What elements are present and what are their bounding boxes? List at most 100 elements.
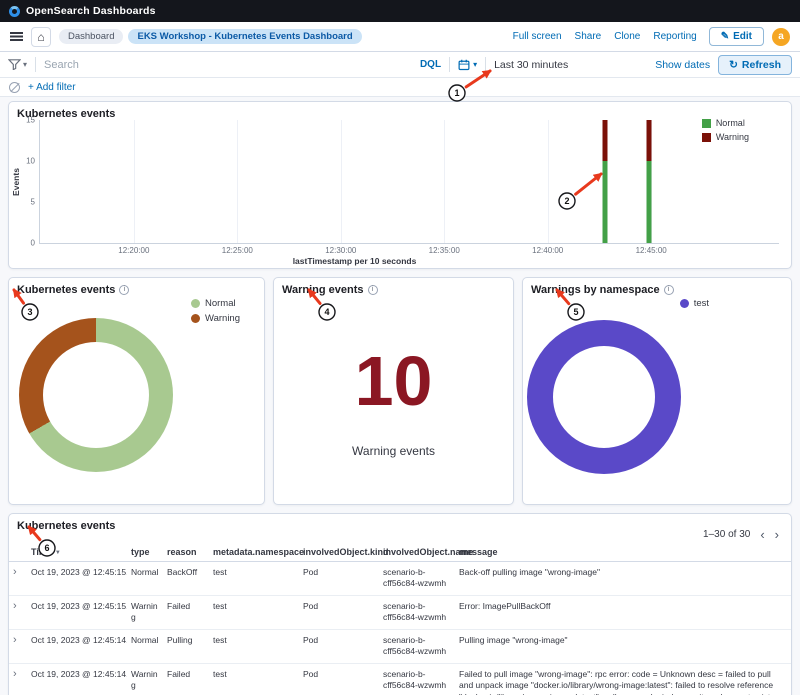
query-language-button[interactable]: DQL — [420, 59, 441, 70]
expand-column-header — [9, 544, 27, 562]
legend-label: Warning — [716, 132, 749, 142]
header-action-reporting[interactable]: Reporting — [653, 31, 696, 42]
column-header-time[interactable]: Time▼ — [27, 544, 127, 562]
events-donut-chart[interactable] — [19, 318, 173, 472]
header-action-share[interactable]: Share — [575, 31, 602, 42]
divider — [449, 57, 450, 72]
legend-label: Warning — [205, 313, 240, 324]
histogram-plot-area: Events lastTimestamp per 10 seconds 12:2… — [39, 120, 779, 244]
info-icon[interactable]: i — [119, 285, 129, 295]
home-icon[interactable]: ⌂ — [31, 27, 51, 47]
header-actions: Full screen Share Clone Reporting — [513, 31, 697, 42]
cell-time: Oct 19, 2023 @ 12:45:15.000 — [27, 595, 127, 629]
filter-disabled-icon — [9, 82, 20, 93]
avatar[interactable]: a — [772, 28, 790, 46]
header-action-full-screen[interactable]: Full screen — [513, 31, 562, 42]
cell-namespace: test — [209, 663, 299, 695]
cell-name: scenario-b-cff56c84-wzwmh — [379, 663, 455, 695]
gridline — [548, 120, 549, 243]
panel-kubernetes-events-table: Kubernetes events 1–30 of 30 ‹ › Time▼ty… — [8, 513, 792, 695]
cell-expand: › — [9, 562, 27, 596]
expand-row-icon[interactable]: › — [13, 566, 17, 578]
previous-page-icon[interactable]: ‹ — [760, 528, 764, 541]
namespace-donut-chart[interactable] — [527, 320, 681, 474]
sort-desc-icon: ▼ — [55, 550, 61, 556]
edit-button[interactable]: ✎ Edit — [709, 27, 764, 46]
legend-item-normal[interactable]: Normal — [191, 298, 240, 309]
breadcrumb-item[interactable]: Dashboard — [59, 29, 123, 44]
brand-title: OpenSearch Dashboards — [26, 5, 156, 17]
add-filter-button[interactable]: + Add filter — [28, 82, 76, 93]
cell-name: scenario-b-cff56c84-wzwmh — [379, 595, 455, 629]
next-page-icon[interactable]: › — [775, 528, 779, 541]
cell-reason: Pulling — [163, 629, 209, 663]
breadcrumb-item[interactable]: EKS Workshop - Kubernetes Events Dashboa… — [128, 29, 361, 44]
info-icon[interactable]: i — [664, 285, 674, 295]
legend-item-warning[interactable]: Warning — [702, 132, 749, 142]
opensearch-logo-icon — [9, 6, 20, 17]
info-icon[interactable]: i — [368, 285, 378, 295]
quick-select-date-button[interactable]: ▾ — [458, 59, 477, 71]
cell-reason: BackOff — [163, 562, 209, 596]
histogram-bar-normal[interactable] — [646, 161, 651, 243]
y-axis-tick-label: 10 — [26, 157, 35, 166]
column-header-message[interactable]: message — [455, 544, 791, 562]
filter-bar: + Add filter — [0, 78, 800, 97]
panel-title-text: Kubernetes events — [17, 520, 115, 532]
column-header-involvedobject-kind[interactable]: involvedObject.kind — [299, 544, 379, 562]
table-row: ›Oct 19, 2023 @ 12:45:14.000WarningFaile… — [9, 663, 791, 695]
events-table: Time▼typereasonmetadata.namespaceinvolve… — [9, 544, 791, 695]
column-header-metadata-namespace[interactable]: metadata.namespace — [209, 544, 299, 562]
cell-namespace: test — [209, 562, 299, 596]
legend-dot — [191, 314, 200, 323]
legend-item-warning[interactable]: Warning — [191, 313, 240, 324]
donut-legend: test — [680, 298, 709, 313]
cell-reason: Failed — [163, 595, 209, 629]
cell-type: Warning — [127, 595, 163, 629]
refresh-button[interactable]: ↻ Refresh — [718, 55, 792, 75]
gridline — [341, 120, 342, 243]
chevron-down-icon: ▾ — [473, 60, 477, 69]
column-header-type[interactable]: type — [127, 544, 163, 562]
legend-item-normal[interactable]: Normal — [702, 118, 749, 128]
cell-type: Warning — [127, 663, 163, 695]
histogram-bar-warning[interactable] — [646, 120, 651, 161]
panel-title: Kubernetes events — [17, 520, 115, 532]
column-header-involvedobject-name[interactable]: involvedObject.name — [379, 544, 455, 562]
legend-item-test[interactable]: test — [680, 298, 709, 309]
column-header-reason[interactable]: reason — [163, 544, 209, 562]
header-action-clone[interactable]: Clone — [614, 31, 640, 42]
donut-legend: Normal Warning — [191, 298, 240, 328]
menu-icon[interactable] — [10, 32, 23, 41]
histogram-bar-warning[interactable] — [603, 120, 608, 161]
expand-row-icon[interactable]: › — [13, 668, 17, 680]
gridline — [134, 120, 135, 243]
histogram-legend: Normal Warning — [702, 118, 749, 146]
time-range-label[interactable]: Last 30 minutes — [494, 59, 568, 71]
x-axis-title: lastTimestamp per 10 seconds — [0, 256, 724, 266]
date-picker: Last 30 minutes Show dates — [494, 59, 710, 71]
chevron-down-icon: ▾ — [23, 60, 27, 69]
expand-row-icon[interactable]: › — [13, 600, 17, 612]
panel-kubernetes-events-histogram: Kubernetes events Events lastTimestamp p… — [8, 101, 792, 269]
x-axis-tick-label: 12:30:00 — [325, 246, 356, 255]
cell-kind: Pod — [299, 629, 379, 663]
panel-warning-events-metric: Warning events i 10 Warning events — [273, 277, 514, 505]
calendar-icon — [458, 59, 470, 71]
cell-expand: › — [9, 629, 27, 663]
cell-type: Normal — [127, 629, 163, 663]
expand-row-icon[interactable]: › — [13, 634, 17, 646]
divider — [485, 57, 486, 72]
show-dates-button[interactable]: Show dates — [655, 59, 710, 71]
pencil-icon: ✎ — [721, 31, 729, 42]
cell-message: Error: ImagePullBackOff — [455, 595, 791, 629]
cell-name: scenario-b-cff56c84-wzwmh — [379, 629, 455, 663]
histogram-bar-normal[interactable] — [603, 161, 608, 243]
cell-message: Pulling image "wrong-image" — [455, 629, 791, 663]
saved-query-menu-button[interactable]: ▾ — [8, 59, 27, 70]
metric-label: Warning events — [274, 444, 513, 458]
cell-namespace: test — [209, 629, 299, 663]
y-axis-tick-label: 0 — [31, 239, 35, 248]
cell-message: Failed to pull image "wrong-image": rpc … — [455, 663, 791, 695]
search-input[interactable] — [44, 59, 412, 71]
